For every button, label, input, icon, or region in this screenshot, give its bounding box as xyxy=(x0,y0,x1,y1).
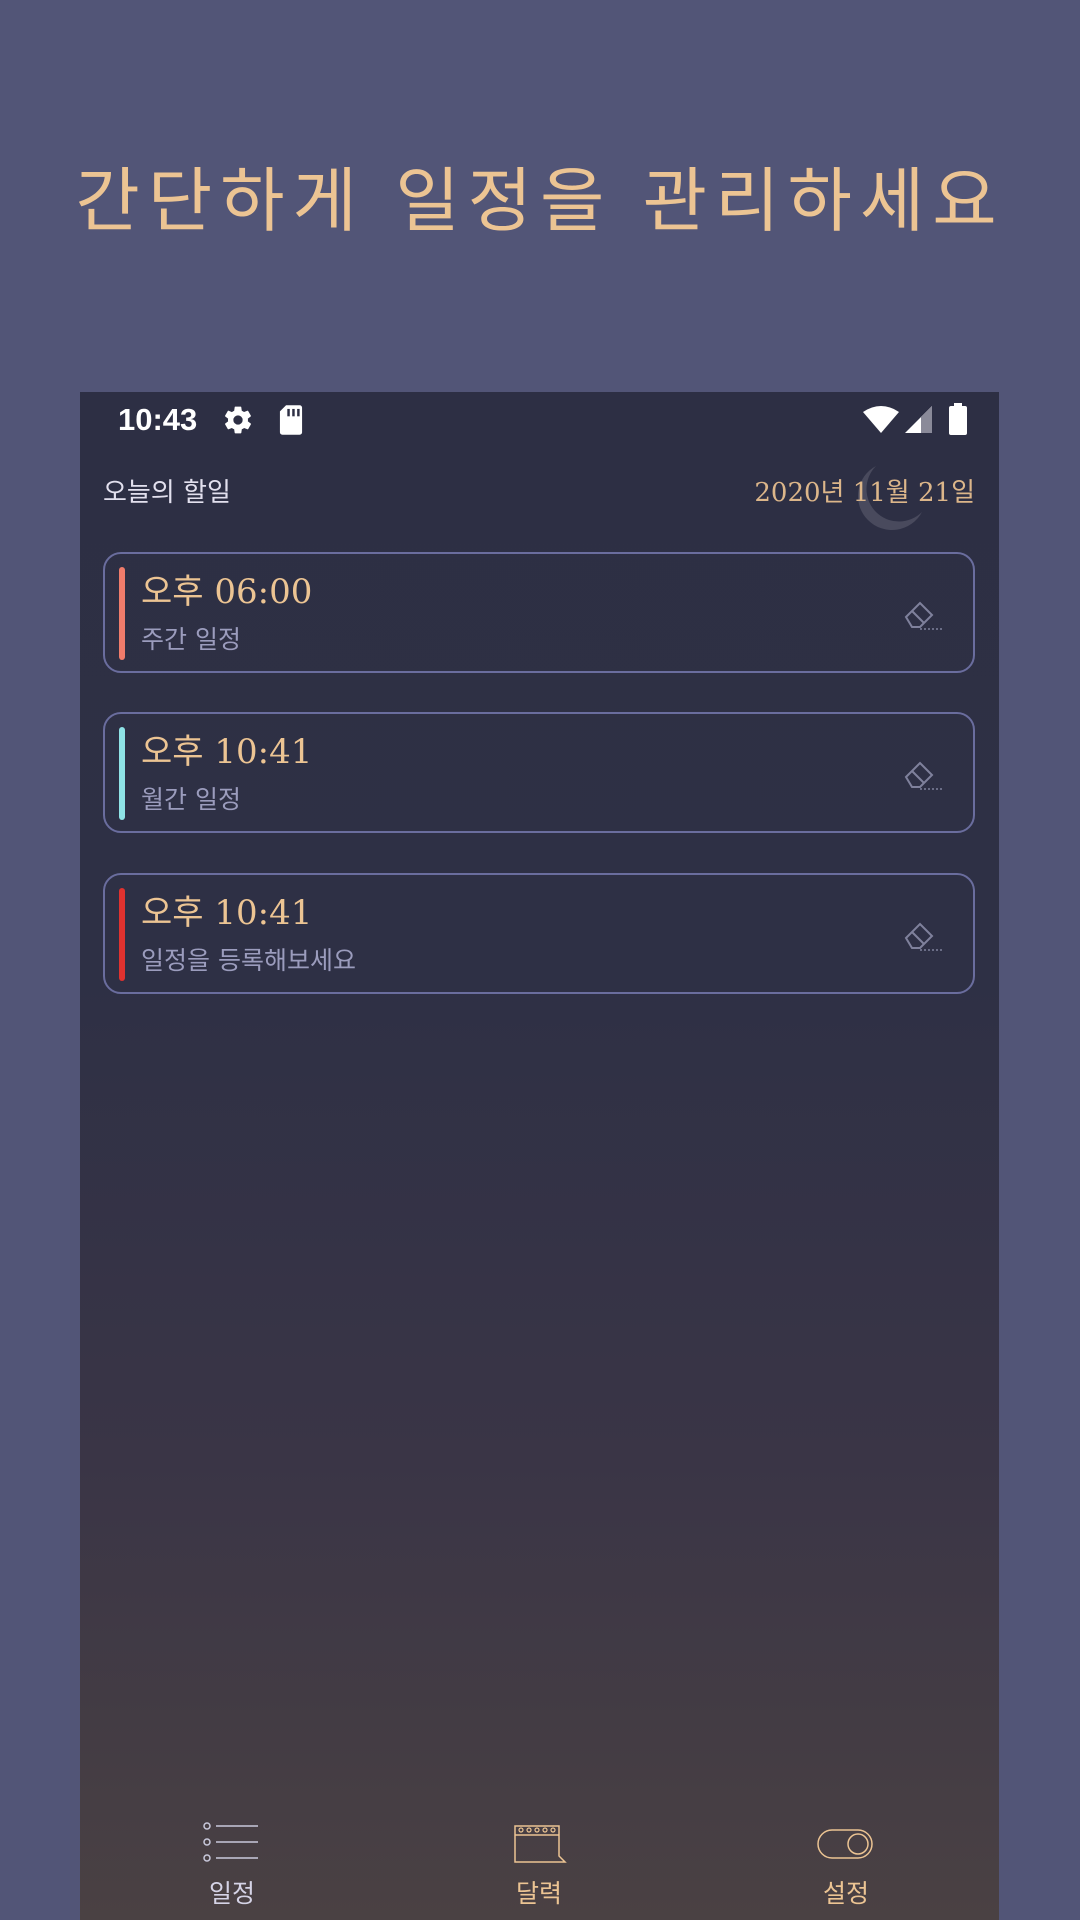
task-time: 오후 10:41 xyxy=(141,893,313,933)
nav-label-calendar: 달력 xyxy=(515,1879,562,1908)
gear-icon xyxy=(222,404,254,440)
nav-label-schedule: 일정 xyxy=(208,1879,255,1908)
list-icon xyxy=(203,1822,258,1862)
task-color-bar xyxy=(119,888,125,981)
wifi-icon xyxy=(863,406,899,438)
task-description: 월간 일정 xyxy=(141,785,241,814)
status-clock: 10:43 xyxy=(118,402,198,437)
calendar-icon xyxy=(514,1825,567,1863)
nav-item-calendar[interactable]: 달력 xyxy=(439,1812,639,1920)
task-card[interactable]: 오후 10:41 일정을 등록해보세요 xyxy=(103,873,975,994)
bottom-nav: 일정 달력 설정 xyxy=(80,1812,999,1920)
current-date: 2020년 11월 21일 xyxy=(754,478,975,508)
task-description: 일정을 등록해보세요 xyxy=(141,946,356,975)
battery-icon xyxy=(948,403,968,439)
nav-label-settings: 설정 xyxy=(822,1879,869,1908)
sd-card-icon xyxy=(276,404,306,440)
promo-headline: 간단하게 일정을 관리하세요 xyxy=(75,160,1005,242)
task-card[interactable]: 오후 06:00 주간 일정 xyxy=(103,552,975,673)
nav-item-schedule[interactable]: 일정 xyxy=(132,1812,332,1920)
eraser-icon[interactable] xyxy=(902,918,946,958)
task-color-bar xyxy=(119,567,125,660)
task-time: 오후 10:41 xyxy=(141,732,313,772)
eraser-icon[interactable] xyxy=(902,757,946,797)
today-title: 오늘의 할일 xyxy=(103,478,231,508)
phone-screen: 10:43 오늘의 할일 2020년 11월 21일 오후 06:00 주간 일… xyxy=(80,392,999,1920)
task-time: 오후 06:00 xyxy=(141,572,313,612)
task-color-bar xyxy=(119,727,125,820)
task-card[interactable]: 오후 10:41 월간 일정 xyxy=(103,712,975,833)
status-bar: 10:43 xyxy=(80,392,999,448)
task-description: 주간 일정 xyxy=(141,625,241,654)
signal-icon xyxy=(905,406,933,438)
toggle-icon xyxy=(817,1829,873,1859)
eraser-icon[interactable] xyxy=(902,597,946,637)
nav-item-settings[interactable]: 설정 xyxy=(746,1812,946,1920)
